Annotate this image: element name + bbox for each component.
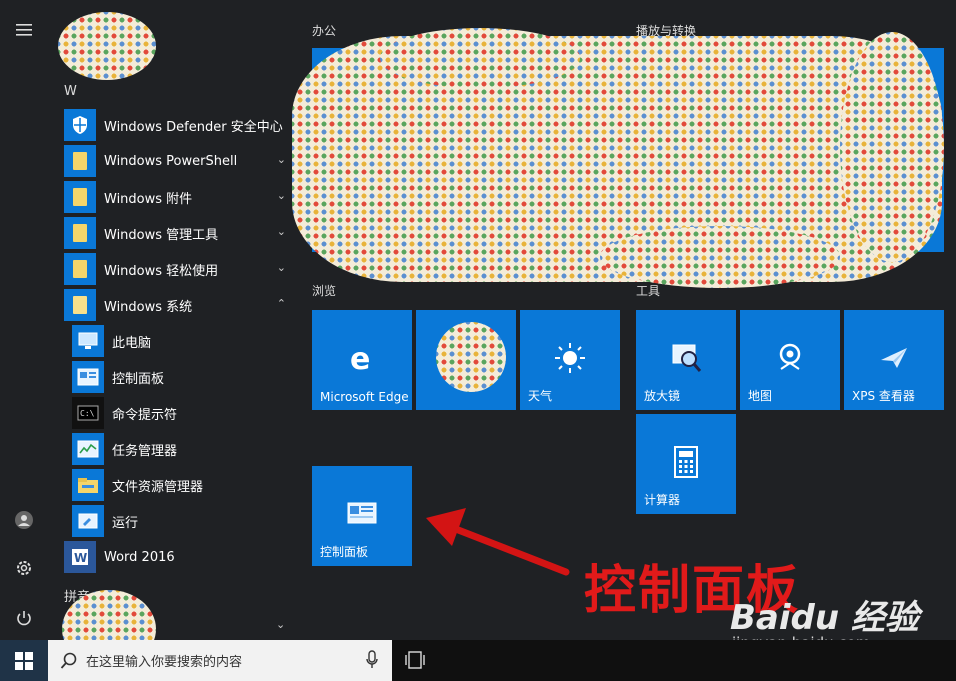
microphone-icon[interactable]: [366, 650, 378, 670]
search-placeholder: 在这里输入你要搜索的内容: [86, 655, 243, 670]
windows-logo-icon: [15, 651, 33, 670]
start-button[interactable]: [0, 640, 48, 681]
annotation-arrow: [426, 508, 570, 576]
task-view-icon[interactable]: [404, 650, 426, 670]
taskbar-search-box[interactable]: 在这里输入你要搜索的内容: [48, 640, 392, 681]
watermark-brand: Baidu 经验: [730, 598, 919, 638]
taskbar: 在这里输入你要搜索的内容: [0, 640, 956, 681]
search-icon: [60, 652, 77, 669]
watermark: Baidu 经验 jingyan.baidu.com: [730, 590, 919, 652]
